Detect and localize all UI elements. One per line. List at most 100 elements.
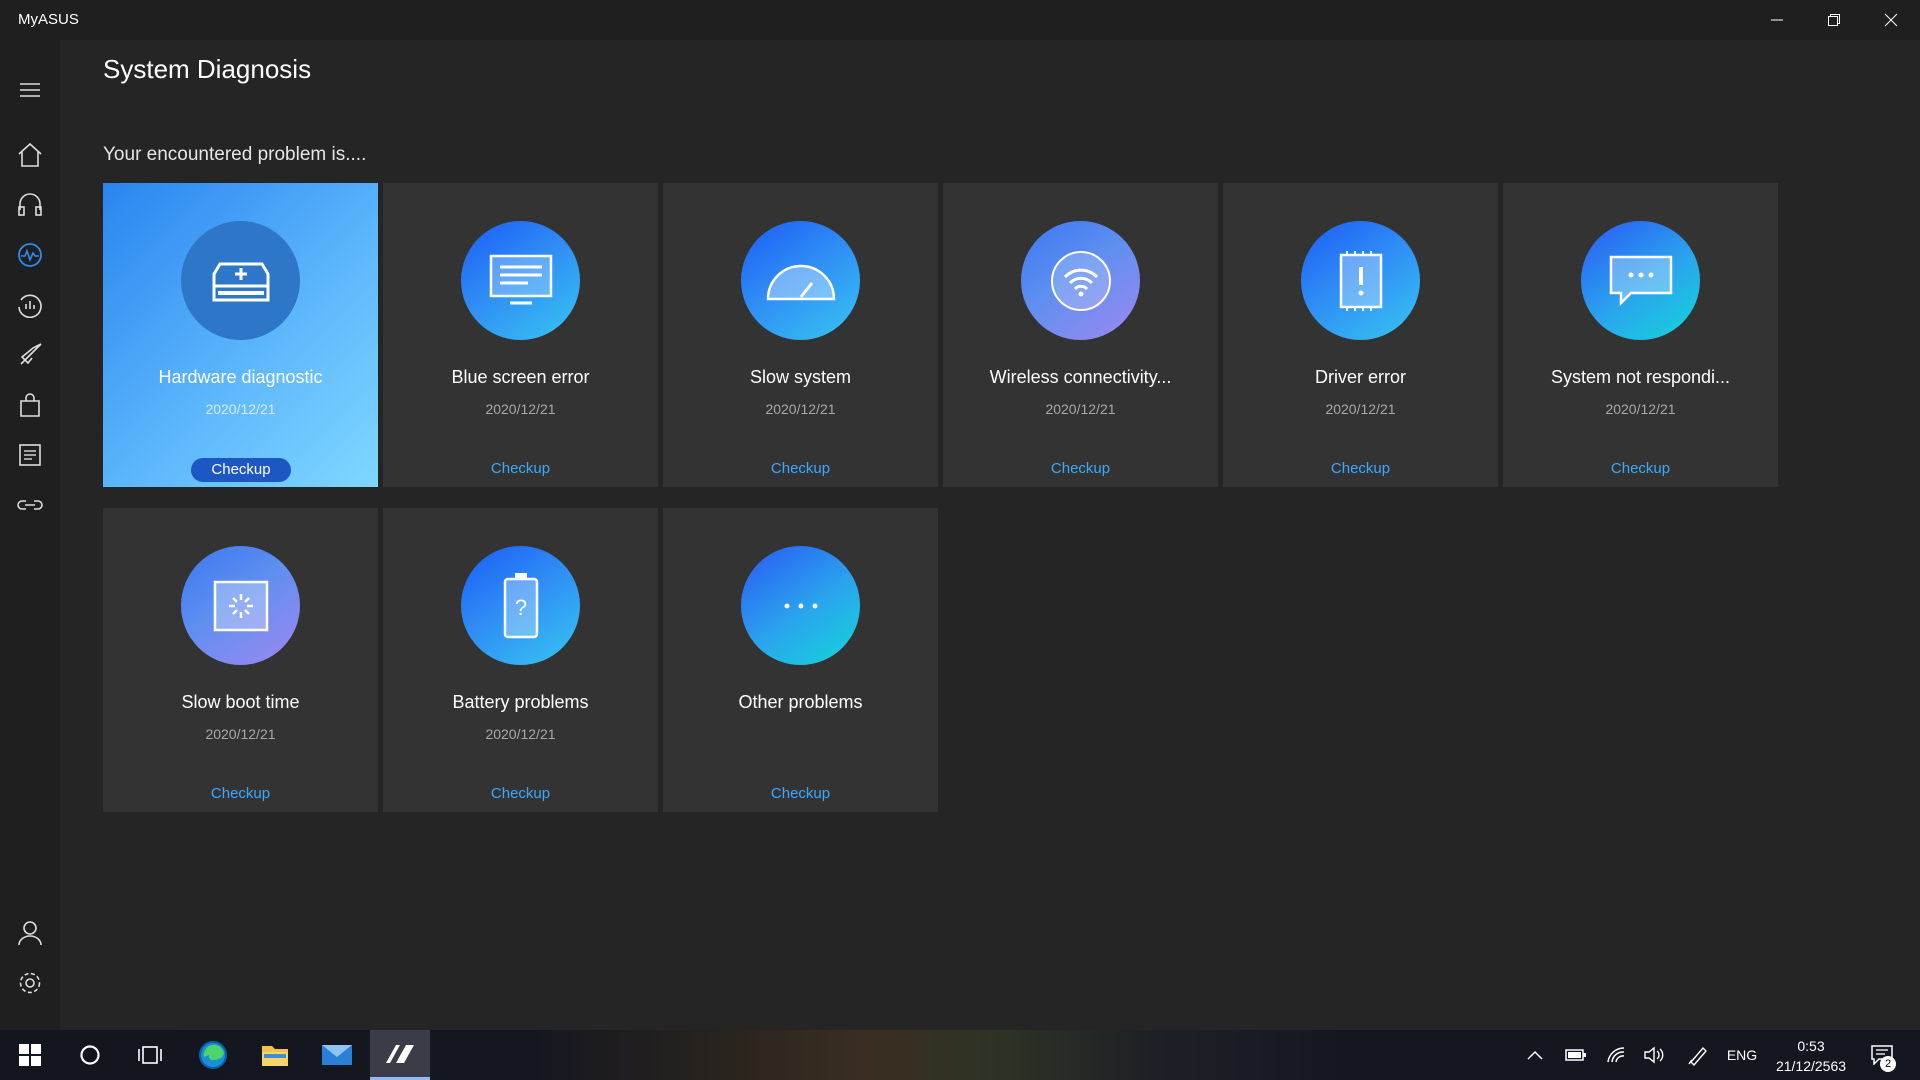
card-date: 2020/12/21 (485, 401, 556, 417)
card-title: Slow boot time (181, 692, 300, 712)
checkup-link[interactable]: Checkup (383, 785, 658, 802)
tray-battery[interactable] (1558, 1030, 1594, 1080)
windows-icon (19, 1044, 41, 1066)
checkup-link[interactable]: Checkup (1503, 460, 1778, 477)
checkup-link[interactable]: Checkup (663, 785, 938, 802)
problem-card-other[interactable]: Other problems Checkup (663, 508, 938, 812)
minimize-icon (1770, 19, 1783, 21)
checkup-link[interactable]: Checkup (383, 460, 658, 477)
problem-card-hardware[interactable]: Hardware diagnostic 2020/12/21 Checkup (103, 183, 378, 487)
checkup-link[interactable]: Checkup (943, 460, 1218, 477)
taskbar-app-mail[interactable] (307, 1030, 367, 1080)
card-date: 2020/12/21 (1045, 401, 1116, 417)
more-dots-icon (741, 546, 860, 665)
action-center-button[interactable] (1862, 1030, 1902, 1080)
sidebar-item-settings[interactable] (10, 963, 50, 1003)
svg-text:?: ? (514, 595, 526, 620)
sidebar-item-diagnosis[interactable] (10, 235, 50, 275)
checkup-link[interactable]: Checkup (1223, 460, 1498, 477)
folder-icon (262, 1046, 288, 1066)
card-title: Driver error (1314, 367, 1406, 387)
chip-alert-icon (1301, 221, 1420, 340)
clock-time: 0:53 (1797, 1038, 1825, 1054)
account-icon (18, 921, 42, 946)
task-view-icon (138, 1046, 162, 1064)
sidebar-item-account[interactable] (10, 913, 50, 953)
card-date: 2020/12/21 (485, 726, 556, 742)
problem-card-blue-screen[interactable]: Blue screen error 2020/12/21 Checkup (383, 183, 658, 487)
diagnosis-icon (18, 243, 42, 267)
chevron-up-icon (1527, 1050, 1543, 1060)
card-date: 2020/12/21 (1605, 401, 1676, 417)
sidebar-item-support[interactable] (10, 185, 50, 225)
problem-card-driver[interactable]: Driver error 2020/12/21 Checkup (1223, 183, 1498, 487)
clock-date: 21/12/2563 (1775, 1058, 1847, 1074)
sidebar (0, 40, 60, 1030)
sidebar-item-news[interactable] (10, 435, 50, 475)
tray-network[interactable] (1598, 1030, 1634, 1080)
problem-card-battery[interactable]: ? Battery problems 2020/12/21 Checkup (383, 508, 658, 812)
wifi-icon (1021, 221, 1140, 340)
restore-icon (1827, 14, 1840, 26)
cortana-icon (80, 1045, 100, 1065)
pen-icon (1688, 1046, 1707, 1066)
card-title: Battery problems (452, 692, 589, 712)
tray-volume[interactable] (1636, 1030, 1672, 1080)
wifi-status-icon (1607, 1047, 1625, 1063)
page-title: System Diagnosis (103, 54, 312, 84)
sidebar-item-link[interactable] (10, 485, 50, 525)
loading-screen-icon (181, 546, 300, 665)
sidebar-item-store[interactable] (10, 385, 50, 425)
card-date: 2020/12/21 (205, 401, 276, 417)
sidebar-item-performance[interactable] (10, 285, 50, 325)
close-button[interactable] (1862, 0, 1919, 40)
language-indicator[interactable]: ENG (1722, 1030, 1762, 1080)
headset-icon (18, 193, 42, 216)
card-title: Hardware diagnostic (158, 367, 323, 387)
card-title: Wireless connectivity... (989, 367, 1172, 387)
battery-question-icon: ? (461, 546, 580, 665)
performance-icon (18, 294, 42, 318)
checkup-link[interactable]: Checkup (663, 460, 938, 477)
menu-button[interactable] (10, 70, 50, 110)
monitor-icon (461, 221, 580, 340)
settings-icon (19, 972, 41, 994)
card-date: 2020/12/21 (205, 726, 276, 742)
hard-drive-icon (181, 221, 300, 340)
news-icon (19, 444, 41, 466)
link-icon (17, 500, 43, 510)
chat-bubble-icon (1581, 221, 1700, 340)
speaker-icon (1644, 1046, 1664, 1064)
clock[interactable]: 0:53 21/12/2563 (1766, 1036, 1856, 1076)
rocket-icon (20, 343, 42, 365)
checkup-link[interactable]: Checkup (103, 785, 378, 802)
card-title: Other problems (738, 692, 863, 712)
checkup-button[interactable]: Checkup (191, 458, 291, 482)
problem-card-not-responding[interactable]: System not respondi... 2020/12/21 Checku… (1503, 183, 1778, 487)
speedometer-icon (741, 221, 860, 340)
home-icon (18, 142, 42, 167)
sidebar-item-optimize[interactable] (10, 335, 50, 375)
problem-card-slow-system[interactable]: Slow system 2020/12/21 Checkup (663, 183, 938, 487)
section-label: Your encountered problem is.... (103, 144, 367, 165)
card-title: Blue screen error (451, 367, 590, 387)
tray-overflow-button[interactable] (1519, 1030, 1551, 1080)
card-date: 2020/12/21 (765, 401, 836, 417)
restore-button[interactable] (1805, 0, 1862, 40)
taskbar: ENG 0:53 21/12/2563 2 (0, 1030, 1920, 1080)
mail-icon (322, 1045, 352, 1065)
card-date: 2020/12/21 (1325, 401, 1396, 417)
tray-pen[interactable] (1680, 1030, 1716, 1080)
taskbar-app-explorer[interactable] (245, 1030, 305, 1080)
problem-card-wireless[interactable]: Wireless connectivity... 2020/12/21 Chec… (943, 183, 1218, 487)
taskbar-app-myasus[interactable] (370, 1030, 430, 1080)
task-view-button[interactable] (120, 1030, 180, 1080)
minimize-button[interactable] (1748, 0, 1805, 40)
taskbar-app-edge[interactable] (183, 1030, 243, 1080)
sidebar-item-home[interactable] (10, 135, 50, 175)
problem-card-slow-boot[interactable]: Slow boot time 2020/12/21 Checkup (103, 508, 378, 812)
title-bar: MyASUS (0, 0, 1920, 40)
start-button[interactable] (0, 1030, 60, 1080)
cortana-button[interactable] (60, 1030, 120, 1080)
store-icon (20, 393, 40, 417)
